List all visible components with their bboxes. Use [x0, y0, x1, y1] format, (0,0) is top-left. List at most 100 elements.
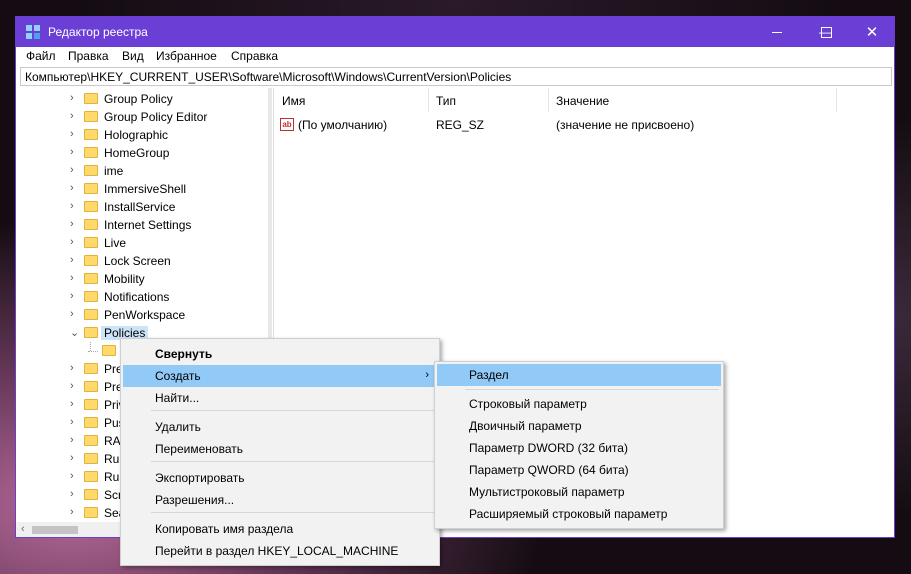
menu-file[interactable]: Файл — [26, 49, 56, 63]
tree-item[interactable]: › Group Policy Editor — [20, 108, 268, 126]
chevron-right-icon[interactable]: › — [70, 380, 74, 392]
chevron-down-icon[interactable]: ⌄ — [70, 326, 79, 339]
context-menu-item[interactable]: Удалить — [123, 416, 437, 438]
context-menu-item[interactable]: Свернуть — [123, 343, 437, 365]
submenu-item[interactable]: Параметр QWORD (64 бита) — [437, 459, 721, 481]
tree-item[interactable]: › Internet Settings — [20, 216, 268, 234]
tree-item-label: Holographic — [104, 128, 169, 142]
folder-icon — [84, 471, 98, 482]
folder-icon — [84, 417, 98, 428]
folder-icon — [84, 201, 98, 212]
tree-item[interactable]: › InstallService — [20, 198, 268, 216]
column-divider[interactable] — [428, 88, 429, 112]
tree-item[interactable]: › Group Policy — [20, 90, 268, 108]
close-button[interactable]: ✕ — [849, 17, 895, 47]
context-menu-item[interactable]: Экспортировать — [123, 467, 437, 489]
chevron-right-icon[interactable]: › — [70, 416, 74, 428]
chevron-right-icon[interactable]: › — [70, 308, 74, 320]
chevron-right-icon[interactable]: › — [70, 290, 74, 302]
chevron-right-icon[interactable]: › — [70, 398, 74, 410]
chevron-right-icon[interactable]: › — [70, 182, 74, 194]
chevron-right-icon[interactable]: › — [70, 92, 74, 104]
tree-item[interactable]: › PenWorkspace — [20, 306, 268, 324]
tree-item[interactable]: › HomeGroup — [20, 144, 268, 162]
tree-item[interactable]: › Notifications — [20, 288, 268, 306]
context-menu: Свернуть Создать › Найти... Удалить Переимено… — [120, 338, 440, 566]
folder-icon — [84, 435, 98, 446]
menu-item-label: Раздел — [469, 368, 509, 382]
chevron-right-icon[interactable]: › — [70, 218, 74, 230]
column-divider[interactable] — [548, 88, 549, 112]
chevron-right-icon[interactable]: › — [70, 272, 74, 284]
submenu-item[interactable]: Мультистроковый параметр — [437, 481, 721, 503]
menu-edit[interactable]: Правка — [68, 49, 109, 63]
chevron-right-icon[interactable]: › — [70, 254, 74, 266]
menu-favorites[interactable]: Избранное — [156, 49, 217, 63]
tree-item[interactable]: › ime — [20, 162, 268, 180]
chevron-right-icon[interactable]: › — [70, 506, 74, 518]
menu-view[interactable]: Вид — [122, 49, 144, 63]
chevron-right-icon: › — [425, 369, 429, 381]
folder-icon — [84, 273, 98, 284]
context-menu-item[interactable]: Копировать имя раздела — [123, 518, 437, 540]
menu-item-label: Удалить — [155, 420, 201, 434]
column-divider[interactable] — [836, 88, 837, 112]
tree-item[interactable]: › Holographic — [20, 126, 268, 144]
chevron-right-icon[interactable]: › — [70, 470, 74, 482]
minimize-button-area[interactable] — [754, 17, 800, 47]
tree-item[interactable]: › ImmersiveShell — [20, 180, 268, 198]
submenu-item[interactable]: Параметр DWORD (32 бита) — [437, 437, 721, 459]
submenu-item[interactable]: Раздел — [437, 364, 721, 386]
address-bar[interactable]: Компьютер\HKEY_CURRENT_USER\Software\Mic… — [20, 67, 892, 86]
submenu-item[interactable]: Строковый параметр — [437, 393, 721, 415]
menu-separator — [151, 461, 435, 462]
maximize-button[interactable] — [803, 17, 849, 47]
tree-connector — [90, 342, 91, 351]
context-menu-item[interactable]: Переименовать — [123, 438, 437, 460]
scroll-thumb[interactable] — [32, 526, 78, 534]
folder-icon — [84, 507, 98, 518]
chevron-right-icon[interactable]: › — [70, 434, 74, 446]
tree-item[interactable]: › Live — [20, 234, 268, 252]
context-menu-item[interactable]: Создать › — [123, 365, 437, 387]
submenu-item[interactable]: Расширяемый строковый параметр — [437, 503, 721, 525]
tree-item-label: Lock Screen — [104, 254, 171, 268]
chevron-right-icon[interactable]: › — [70, 452, 74, 464]
tree-item[interactable]: › Mobility — [20, 270, 268, 288]
folder-icon — [84, 147, 98, 158]
context-menu-item[interactable]: Разрешения... — [123, 489, 437, 511]
tree-item-label: Group Policy — [104, 92, 173, 106]
column-header-type[interactable]: Тип — [436, 94, 456, 108]
context-menu-item[interactable]: Перейти в раздел HKEY_LOCAL_MACHINE — [123, 540, 437, 562]
tree-item[interactable]: › Lock Screen — [20, 252, 268, 270]
folder-icon — [84, 363, 98, 374]
folder-icon — [102, 345, 116, 356]
column-header-name[interactable]: Имя — [282, 94, 305, 108]
tree-item-label: Notifications — [104, 290, 170, 304]
menu-item-label: Переименовать — [155, 442, 243, 456]
context-menu-item[interactable]: Найти... — [123, 387, 437, 409]
chevron-right-icon[interactable]: › — [70, 488, 74, 500]
scroll-left-icon[interactable]: ‹ — [21, 523, 25, 535]
chevron-right-icon[interactable]: › — [70, 128, 74, 140]
column-header-value[interactable]: Значение — [556, 94, 609, 108]
folder-icon — [84, 309, 98, 320]
submenu-item[interactable]: Двоичный параметр — [437, 415, 721, 437]
chevron-right-icon[interactable]: › — [70, 110, 74, 122]
address-path: Компьютер\HKEY_CURRENT_USER\Software\Mic… — [25, 70, 512, 84]
menu-help[interactable]: Справка — [231, 49, 278, 63]
menu-separator — [465, 389, 719, 390]
menu-bar: Файл Правка Вид Избранное Справка — [16, 46, 894, 66]
minimize-glyph — [772, 31, 782, 33]
registry-editor-icon — [26, 25, 40, 39]
folder-icon — [84, 183, 98, 194]
chevron-right-icon[interactable]: › — [70, 362, 74, 374]
folder-icon — [84, 237, 98, 248]
chevron-right-icon[interactable]: › — [70, 164, 74, 176]
chevron-right-icon[interactable]: › — [70, 200, 74, 212]
folder-icon — [84, 489, 98, 500]
folder-icon — [84, 165, 98, 176]
chevron-right-icon[interactable]: › — [70, 236, 74, 248]
chevron-right-icon[interactable]: › — [70, 146, 74, 158]
menu-item-label: Создать — [155, 369, 201, 383]
